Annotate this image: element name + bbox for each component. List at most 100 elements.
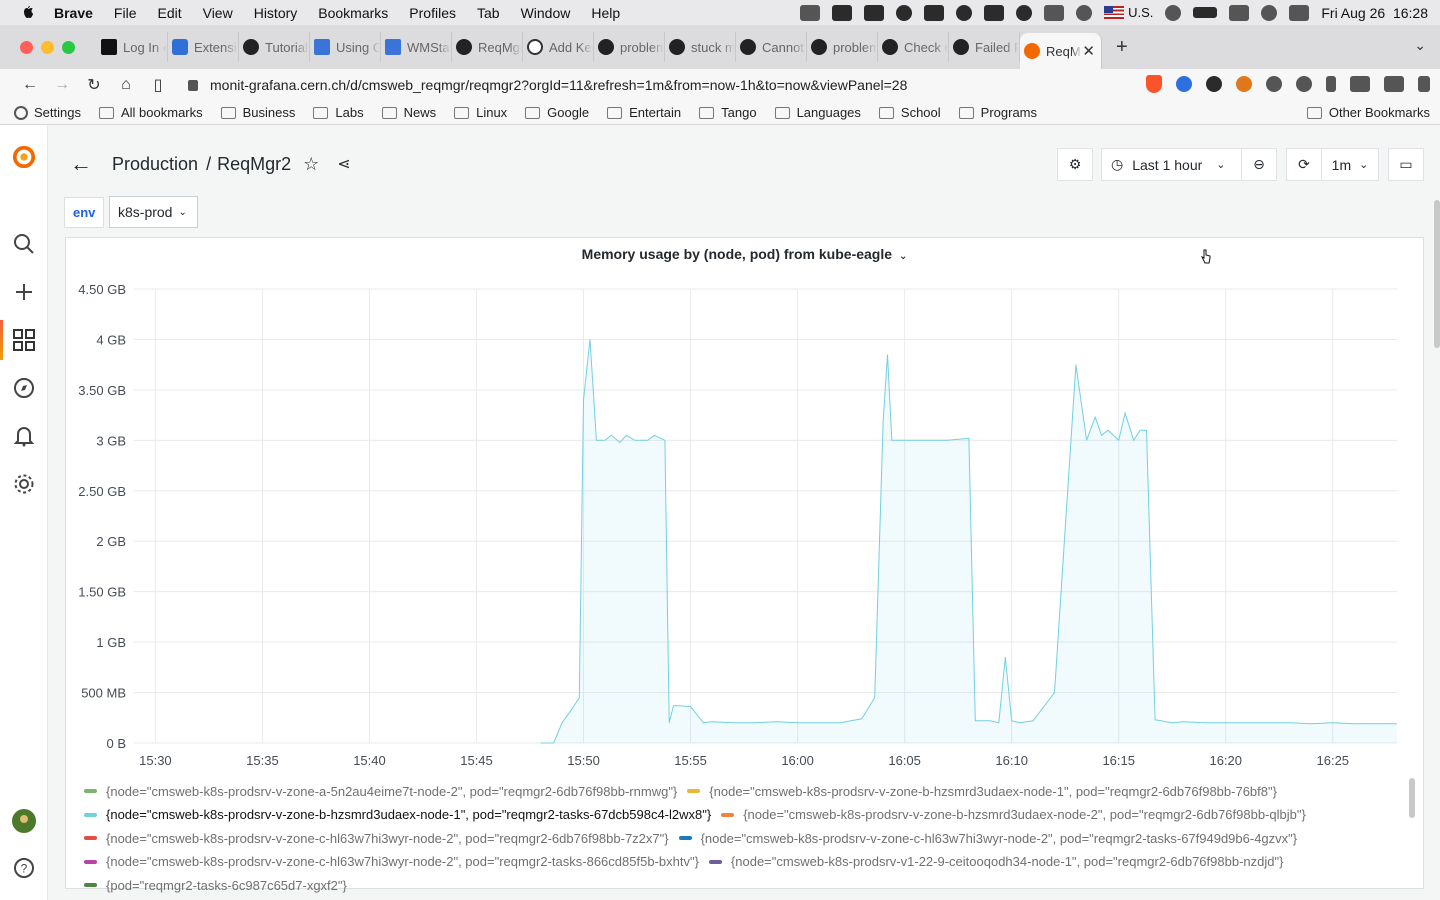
bookmark-folder[interactable]: Tango	[699, 105, 757, 120]
back-to-dashboard-icon[interactable]: ←	[70, 151, 92, 177]
new-tab-button[interactable]: +	[1116, 36, 1128, 59]
legend-item[interactable]: {node="cmsweb-k8s-prodsrv-v-zone-c-hl63w…	[678, 828, 1297, 849]
time-range-picker[interactable]: ◷ Last 1 hour ⌄	[1101, 148, 1242, 181]
browser-tab[interactable]: Log In ‹ D	[97, 32, 168, 62]
zoom-out-button[interactable]: ⊖	[1241, 148, 1277, 181]
bookmark-folder[interactable]: Linux	[454, 105, 507, 120]
control-center-icon[interactable]	[1289, 4, 1310, 21]
menu-bookmarks[interactable]: Bookmarks	[318, 5, 388, 21]
bookmark-folder[interactable]: Labs	[313, 105, 364, 120]
minimize-window-button[interactable]	[41, 40, 54, 54]
breadcrumb-folder[interactable]: Production	[112, 154, 198, 175]
menu-help[interactable]: Help	[591, 5, 620, 21]
bookmark-folder[interactable]: Programs	[958, 105, 1037, 120]
legend-item[interactable]: {node="cmsweb-k8s-prodsrv-v-zone-b-hzsmr…	[84, 804, 711, 825]
star-icon[interactable]: ☆	[303, 154, 319, 175]
puzzle-extensions-icon[interactable]	[1350, 76, 1370, 92]
inbox-icon[interactable]	[984, 4, 1005, 21]
menu-tab[interactable]: Tab	[477, 5, 500, 21]
memory-usage-chart[interactable]: 0 B 500 MB 1 GB 1.50 GB 2 GB 2.50 GB 3 GB 3.50 …	[66, 238, 1423, 773]
metamask-icon[interactable]	[1236, 76, 1252, 92]
dashboard-settings-button[interactable]: ⚙	[1057, 148, 1093, 181]
menu-view[interactable]: View	[203, 5, 233, 21]
refresh-interval-picker[interactable]: 1m ⌄	[1321, 148, 1379, 181]
bookmark-page-icon[interactable]: ▯	[142, 75, 174, 95]
cloud-icon[interactable]	[956, 4, 973, 21]
time-machine-icon[interactable]	[1076, 4, 1093, 21]
browser-tab[interactable]: stuck mig	[665, 32, 736, 62]
reload-icon[interactable]: ↻	[78, 75, 110, 95]
search-icon[interactable]	[12, 232, 36, 256]
browser-tab[interactable]: Cannot s	[736, 32, 807, 62]
cloud-check-icon[interactable]	[896, 4, 913, 21]
variable-select-env[interactable]: k8s-prod ⌄	[109, 196, 198, 228]
us-flag-icon[interactable]	[1104, 6, 1125, 19]
bookmark-folder[interactable]: Languages	[774, 105, 861, 120]
breadcrumb-dashboard[interactable]: ReqMgr2	[217, 154, 291, 175]
bookmark-folder[interactable]: Business	[220, 105, 295, 120]
bookmark-folder[interactable]: Entertain	[607, 105, 681, 120]
apple-icon[interactable]	[20, 5, 36, 21]
legend-scrollbar[interactable]	[1409, 778, 1415, 818]
spotlight-search-icon[interactable]	[1261, 4, 1278, 21]
tab-active-reqmgr[interactable]: ReqM ✕	[1020, 33, 1102, 69]
gamepad-extension-icon[interactable]	[1206, 76, 1222, 92]
page-scrollbar[interactable]	[1434, 200, 1440, 348]
cpu-monitor-icon[interactable]	[800, 4, 821, 21]
menu-file[interactable]: File	[114, 5, 137, 21]
browser-tab[interactable]: Failed Pa	[949, 32, 1020, 62]
legend-item[interactable]: {node="cmsweb-k8s-prodsrv-v-zone-a-5n2au…	[84, 781, 677, 802]
refresh-button[interactable]: ⟳	[1286, 148, 1322, 181]
url-field[interactable]: monit-grafana.cern.ch/d/cmsweb_reqmgr/re…	[188, 77, 1108, 93]
back-arrow-icon[interactable]: ←	[14, 76, 46, 94]
bookmark-settings[interactable]: Settings	[14, 105, 81, 120]
browser-tab[interactable]: Extension	[168, 32, 239, 62]
brave-shields-icon[interactable]	[1146, 75, 1162, 93]
globe-extension-icon[interactable]	[1296, 76, 1312, 92]
explore-compass-icon[interactable]	[12, 376, 36, 400]
bookmark-folder[interactable]: School	[878, 105, 941, 120]
browser-tab[interactable]: Add Keep	[523, 32, 594, 62]
legend-item[interactable]: {node="cmsweb-k8s-prodsrv-v-zone-b-hzsmr…	[687, 781, 1277, 802]
lock-extension-icon[interactable]	[1326, 76, 1336, 92]
menu-history[interactable]: History	[254, 5, 298, 21]
browser-tab[interactable]: ReqMgr2	[452, 32, 523, 62]
battery-icon[interactable]	[1193, 7, 1218, 18]
share-icon[interactable]: ⋖	[337, 154, 350, 174]
tab-close-icon[interactable]: ✕	[1082, 42, 1095, 60]
chat-extension-icon[interactable]	[1176, 76, 1192, 92]
configuration-gear-icon[interactable]	[12, 472, 36, 496]
menu-profiles[interactable]: Profiles	[409, 5, 456, 21]
onepassword-icon[interactable]	[1016, 4, 1033, 21]
legend-item[interactable]: {node="cmsweb-k8s-prodsrv-v1-22-9-ceitoo…	[708, 851, 1283, 872]
help-icon[interactable]: ?	[12, 856, 36, 880]
browser-tab[interactable]: Tutorial ·	[239, 32, 310, 62]
browser-tab[interactable]: Using Go	[310, 32, 381, 62]
legend-item[interactable]: {node="cmsweb-k8s-prodsrv-v-zone-c-hl63w…	[84, 851, 699, 872]
home-icon[interactable]: ⌂	[110, 76, 142, 94]
bookmark-other[interactable]: Other Bookmarks	[1306, 105, 1430, 120]
legend-item[interactable]: {node="cmsweb-k8s-prodsrv-v-zone-b-hzsmr…	[721, 804, 1306, 825]
create-plus-icon[interactable]	[12, 280, 36, 304]
bookmark-folder[interactable]: Google	[525, 105, 589, 120]
wallet-icon[interactable]	[1384, 76, 1404, 92]
browser-tab[interactable]: problems	[594, 32, 665, 62]
legend-item[interactable]: {node="cmsweb-k8s-prodsrv-v-zone-c-hl63w…	[84, 828, 669, 849]
browser-tab[interactable]: problems	[807, 32, 878, 62]
audio-wave-icon[interactable]	[832, 4, 853, 21]
vpn-icon[interactable]	[924, 4, 945, 21]
wifi-icon[interactable]	[1229, 4, 1250, 21]
play-icon[interactable]	[1165, 4, 1182, 21]
user-avatar[interactable]	[12, 809, 36, 833]
browser-tab[interactable]: WMStats	[381, 32, 452, 62]
tab-list-chevron-icon[interactable]: ⌄	[1414, 37, 1426, 54]
dashboards-grid-icon[interactable]	[12, 328, 36, 352]
menu-window[interactable]: Window	[521, 5, 571, 21]
menu-icon[interactable]	[1418, 76, 1430, 92]
close-window-button[interactable]	[20, 40, 33, 54]
alerting-bell-icon[interactable]	[12, 424, 36, 448]
input-locale[interactable]: U.S.	[1128, 5, 1153, 20]
zoom-window-button[interactable]	[62, 40, 75, 54]
tv-mode-button[interactable]: ▭	[1388, 148, 1424, 181]
menu-edit[interactable]: Edit	[157, 5, 181, 21]
